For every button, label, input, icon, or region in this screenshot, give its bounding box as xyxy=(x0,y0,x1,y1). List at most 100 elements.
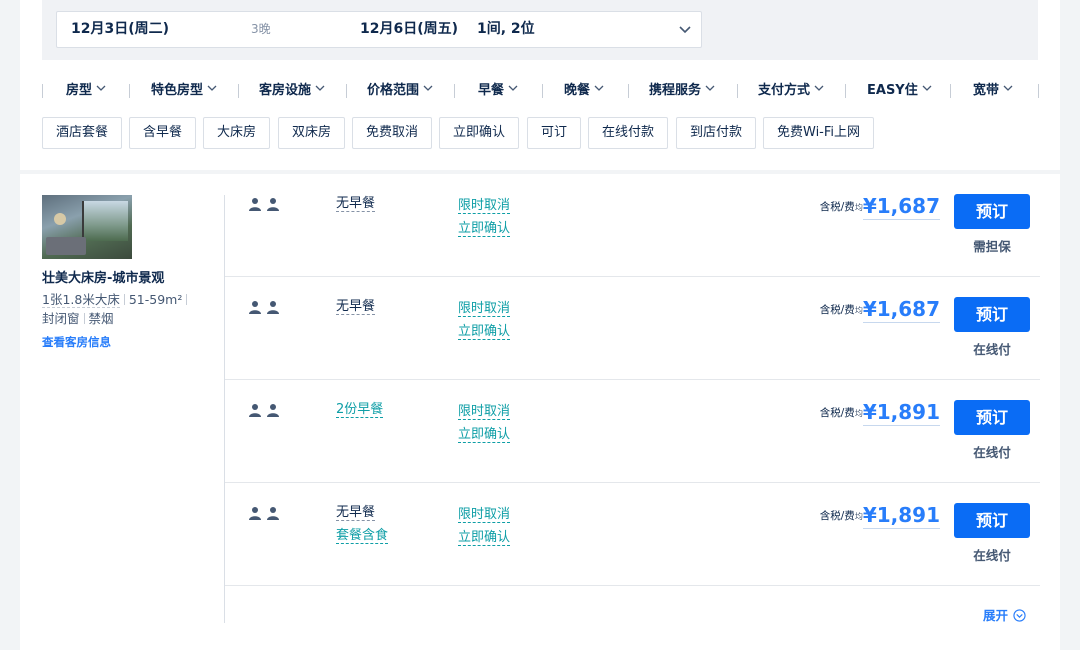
filter-room-type[interactable]: 房型 xyxy=(66,80,106,102)
guest-count xyxy=(248,402,284,417)
checkout-date[interactable]: 12月6日(周五) xyxy=(360,12,458,47)
confirm-policy[interactable]: 立即确认 xyxy=(458,423,511,446)
chip-pay-at-hotel[interactable]: 到店付款 xyxy=(676,117,757,149)
policy: 限时取消 立即确认 xyxy=(458,503,511,549)
meal-plan[interactable]: 2份早餐 xyxy=(336,401,384,419)
price-block: 含税/费均¥1,891 xyxy=(820,400,940,432)
filter-breakfast[interactable]: 早餐 xyxy=(478,80,518,102)
chevron-down-circle-icon xyxy=(1013,609,1026,622)
next-card-edge xyxy=(20,644,1060,650)
chip-hotel-package[interactable]: 酒店套餐 xyxy=(42,117,123,149)
book-button[interactable]: 预订 xyxy=(954,400,1030,435)
chip-available[interactable]: 可订 xyxy=(527,117,582,149)
cancel-policy[interactable]: 限时取消 xyxy=(458,297,511,320)
chevron-down-icon xyxy=(207,85,217,91)
filter-special-room[interactable]: 特色房型 xyxy=(151,80,217,102)
confirm-policy[interactable]: 立即确认 xyxy=(458,526,511,549)
filter-divider xyxy=(454,84,455,98)
chip-twin-bed[interactable]: 双床房 xyxy=(278,117,346,149)
chip-with-breakfast[interactable]: 含早餐 xyxy=(129,117,197,149)
tax-label: 含税/费均 xyxy=(819,407,863,419)
price[interactable]: ¥1,891 xyxy=(862,503,940,529)
room-photo-sofa xyxy=(46,237,86,255)
filter-facilities[interactable]: 客房设施 xyxy=(259,80,325,102)
guest-count xyxy=(248,505,284,520)
chevron-down-icon xyxy=(594,85,604,91)
room-photo[interactable] xyxy=(42,195,132,259)
chevron-down-icon xyxy=(96,85,106,91)
chevron-down-icon xyxy=(814,85,824,91)
price[interactable]: ¥1,687 xyxy=(862,297,940,323)
guest-count xyxy=(248,299,284,314)
chip-free-wifi[interactable]: 免费Wi-Fi上网 xyxy=(763,117,875,149)
price[interactable]: ¥1,687 xyxy=(862,194,940,220)
attr-divider xyxy=(83,313,85,324)
attr-divider xyxy=(186,294,188,305)
rooms-guests[interactable]: 1间, 2位 xyxy=(477,12,535,47)
package-meal[interactable]: 套餐含食 xyxy=(336,527,389,545)
filter-divider xyxy=(628,84,629,98)
expand-button[interactable]: 展开 xyxy=(983,605,1026,624)
room-window: 封闭窗 xyxy=(42,311,80,326)
person-icon xyxy=(267,404,279,417)
payment-note: 需担保 xyxy=(973,239,1011,254)
price-block: 含税/费均¥1,687 xyxy=(820,297,940,329)
chevron-down-icon[interactable] xyxy=(677,21,693,37)
filter-payment[interactable]: 支付方式 xyxy=(758,80,824,102)
confirm-policy[interactable]: 立即确认 xyxy=(458,320,511,343)
chip-free-cancel[interactable]: 免费取消 xyxy=(352,117,433,149)
filter-broadband[interactable]: 宽带 xyxy=(973,80,1013,102)
price[interactable]: ¥1,891 xyxy=(862,400,940,426)
nights-count: 3晚 xyxy=(251,22,271,36)
filter-dinner[interactable]: 晚餐 xyxy=(564,80,604,102)
book-button[interactable]: 预订 xyxy=(954,194,1030,229)
confirm-policy[interactable]: 立即确认 xyxy=(458,217,511,240)
filter-divider xyxy=(42,84,43,98)
room-attributes: 1张1.8米大床 51-59m² 封闭窗 禁烟 xyxy=(42,290,212,328)
policy: 限时取消 立即确认 xyxy=(458,400,511,446)
chip-pay-online[interactable]: 在线付款 xyxy=(588,117,669,149)
filter-divider xyxy=(238,84,239,98)
chevron-down-icon xyxy=(423,85,433,91)
filter-divider xyxy=(346,84,347,98)
checkin-date[interactable]: 12月3日(周二) xyxy=(71,12,169,47)
rate-row: 无早餐 限时取消 立即确认 含税/费均¥1,687 预订 在线付 xyxy=(225,277,1040,380)
rate-row: 无早餐 限时取消 立即确认 含税/费均¥1,687 预订 需担保 xyxy=(225,174,1040,277)
room-photo-lamp xyxy=(54,213,66,225)
search-panel: 12月3日(周二) 3晚 12月6日(周五) 1间, 2位 房型 特色房型 客房… xyxy=(20,0,1060,170)
chevron-down-icon xyxy=(1003,85,1013,91)
tax-label: 含税/费均 xyxy=(819,201,863,213)
chip-king-bed[interactable]: 大床房 xyxy=(203,117,271,149)
price-block: 含税/费均¥1,687 xyxy=(820,194,940,226)
policy: 限时取消 立即确认 xyxy=(458,194,511,240)
filter-divider xyxy=(950,84,951,98)
room-info: 壮美大床房-城市景观 1张1.8米大床 51-59m² 封闭窗 禁烟 查看客房信息 xyxy=(42,195,212,350)
tax-label: 含税/费均 xyxy=(819,510,863,522)
chip-instant-confirm[interactable]: 立即确认 xyxy=(439,117,520,149)
filter-ctrip-service[interactable]: 携程服务 xyxy=(649,80,715,102)
price-block: 含税/费均¥1,891 xyxy=(820,503,940,535)
cancel-policy[interactable]: 限时取消 xyxy=(458,503,511,526)
meal-plan: 无早餐 xyxy=(336,196,376,212)
book-button[interactable]: 预订 xyxy=(954,297,1030,332)
person-icon xyxy=(267,507,279,520)
person-icon xyxy=(249,198,261,211)
room-detail-link[interactable]: 查看客房信息 xyxy=(42,334,212,350)
cancel-policy[interactable]: 限时取消 xyxy=(458,400,511,423)
filter-divider xyxy=(737,84,738,98)
room-photo-window xyxy=(82,201,128,241)
filter-bar: 房型 特色房型 客房设施 价格范围 早餐 晚餐 携程服务 支付方式 EASY住 … xyxy=(42,80,1042,102)
filter-price-range[interactable]: 价格范围 xyxy=(367,80,433,102)
book-button[interactable]: 预订 xyxy=(954,503,1030,538)
room-smoking: 禁烟 xyxy=(88,311,114,326)
rate-row: 2份早餐 限时取消 立即确认 含税/费均¥1,891 预订 在线付 xyxy=(225,380,1040,483)
person-icon xyxy=(267,198,279,211)
cancel-policy[interactable]: 限时取消 xyxy=(458,194,511,217)
chevron-down-icon xyxy=(705,85,715,91)
chevron-down-icon xyxy=(922,85,932,91)
date-guest-selector[interactable]: 12月3日(周二) 3晚 12月6日(周五) 1间, 2位 xyxy=(56,11,702,48)
filter-easy-stay[interactable]: EASY住 xyxy=(867,80,932,102)
person-icon xyxy=(249,404,261,417)
filter-divider xyxy=(129,84,130,98)
payment-note: 在线付 xyxy=(973,548,1011,563)
